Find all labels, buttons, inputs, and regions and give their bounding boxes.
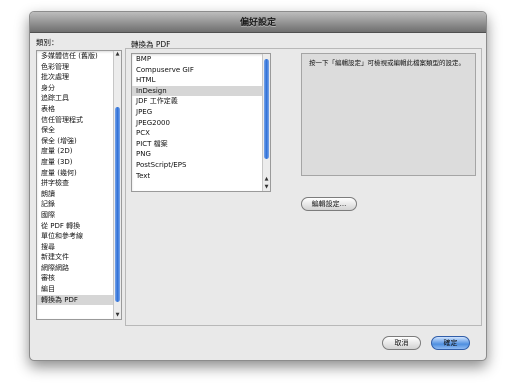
list-item[interactable]: 保全	[37, 125, 121, 136]
list-item[interactable]: Text	[132, 171, 270, 182]
scroll-up-arrow-icon[interactable]: ▲	[263, 176, 270, 183]
ok-button[interactable]: 確定	[431, 336, 470, 350]
list-item[interactable]: PCX	[132, 128, 270, 139]
list-item[interactable]: 從 PDF 轉換	[37, 221, 121, 232]
categories-label: 類別：	[36, 38, 59, 47]
file-type-list[interactable]: BMP Compuserve GIF HTML InDesign JDF 工作定義 JPE…	[131, 53, 271, 192]
description-text: 按一下「編輯設定」可檢視或編輯此檔案類型的設定。	[309, 59, 465, 67]
list-item[interactable]: 批次處理	[37, 72, 121, 83]
list-item[interactable]: Compuserve GIF	[132, 65, 270, 76]
title-bar: 偏好設定	[30, 12, 486, 33]
scroll-down-arrow-icon[interactable]: ▼	[263, 184, 270, 191]
list-item[interactable]: JPEG2000	[132, 118, 270, 129]
list-item[interactable]: 記錄	[37, 199, 121, 210]
list-item[interactable]: PostScript/EPS	[132, 160, 270, 171]
list-item[interactable]: 多媒體信任 (舊版)	[37, 51, 121, 62]
list-item[interactable]: 編目	[37, 284, 121, 295]
list-item[interactable]: 單位和參考線	[37, 231, 121, 242]
scroll-up-arrow-icon[interactable]: ▲	[114, 51, 121, 58]
list-item[interactable]: 搜尋	[37, 242, 121, 253]
file-type-items: BMP Compuserve GIF HTML InDesign JDF 工作定義 JPE…	[132, 54, 270, 181]
categories-items: 多媒體信任 (舊版) 色彩管理 批次處理 身分 追踪工具 表格 信任管理程式 保全 保全 (增強…	[37, 51, 121, 306]
list-item[interactable]: 信任管理程式	[37, 115, 121, 126]
list-item[interactable]: 保全 (增強)	[37, 136, 121, 147]
list-item[interactable]: 色彩管理	[37, 62, 121, 73]
list-item[interactable]: PICT 檔案	[132, 139, 270, 150]
list-item[interactable]: JPEG	[132, 107, 270, 118]
list-item[interactable]: 度量 (幾何)	[37, 168, 121, 179]
list-item[interactable]: 度量 (2D)	[37, 146, 121, 157]
list-item[interactable]: 審核	[37, 273, 121, 284]
file-type-scrollbar[interactable]: ▲ ▼	[262, 54, 270, 191]
edit-settings-button[interactable]: 編輯設定...	[301, 197, 357, 211]
list-item[interactable]: 身分	[37, 83, 121, 94]
list-item[interactable]: 國際	[37, 210, 121, 221]
list-item[interactable]: 網際網路	[37, 263, 121, 274]
file-type-scroll-thumb[interactable]	[264, 59, 269, 159]
list-item[interactable]: JDF 工作定義	[132, 96, 270, 107]
categories-scrollbar[interactable]: ▲ ▼	[113, 51, 121, 319]
list-item[interactable]: BMP	[132, 54, 270, 65]
categories-scroll-thumb[interactable]	[115, 107, 120, 302]
list-item[interactable]: InDesign	[132, 85, 270, 97]
convert-to-pdf-label: 轉換為 PDF	[131, 40, 171, 49]
preferences-dialog: 偏好設定 類別： 多媒體信任 (舊版) 色彩管理 批次處理 身分 追踪工具 表格 信任管理程…	[29, 11, 487, 361]
list-item[interactable]: PNG	[132, 149, 270, 160]
list-item[interactable]: 表格	[37, 104, 121, 115]
cancel-button[interactable]: 取消	[382, 336, 421, 350]
categories-list[interactable]: 多媒體信任 (舊版) 色彩管理 批次處理 身分 追踪工具 表格 信任管理程式 保全 保全 (增強…	[36, 50, 122, 320]
list-item[interactable]: 度量 (3D)	[37, 157, 121, 168]
list-item[interactable]: 朗讀	[37, 189, 121, 200]
description-panel: 按一下「編輯設定」可檢視或編輯此檔案類型的設定。	[301, 53, 476, 176]
scroll-down-arrow-icon[interactable]: ▼	[114, 312, 121, 319]
list-item[interactable]: 追踪工具	[37, 93, 121, 104]
list-item[interactable]: 拼字檢查	[37, 178, 121, 189]
list-item[interactable]: 新建文件	[37, 252, 121, 263]
list-item[interactable]: HTML	[132, 75, 270, 86]
window-title: 偏好設定	[239, 18, 276, 28]
list-item[interactable]: 轉換為 PDF	[37, 294, 121, 306]
